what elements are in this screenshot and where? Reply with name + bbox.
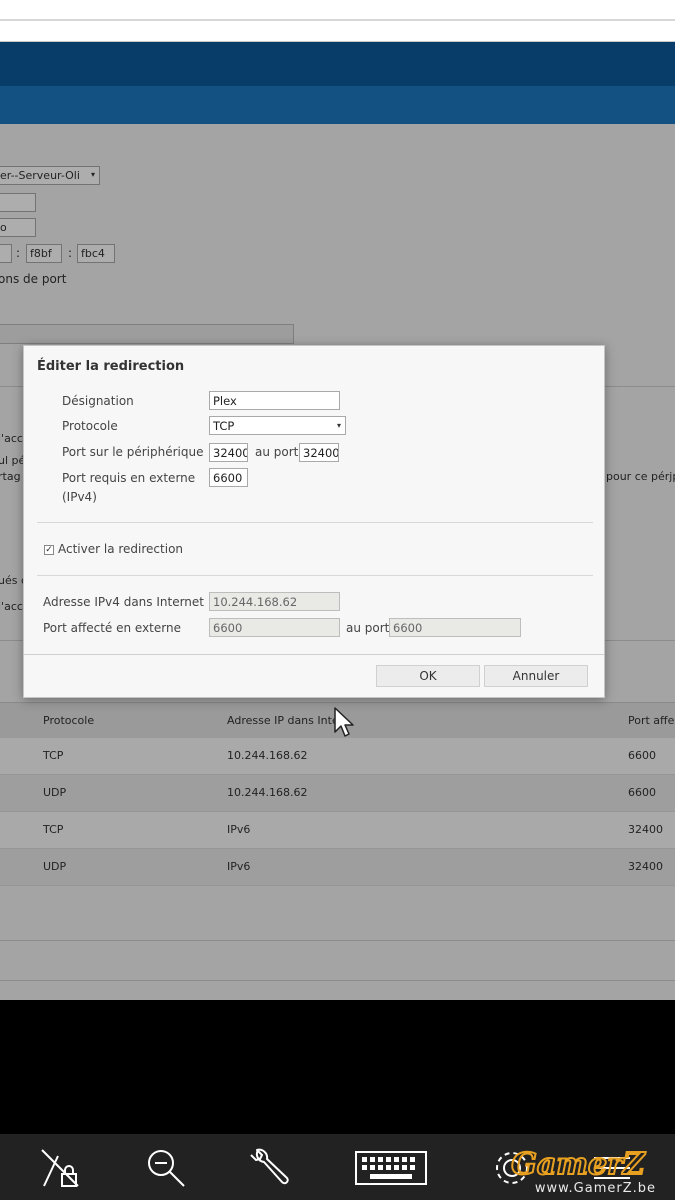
ok-button[interactable]: OK — [376, 665, 480, 687]
device-port-from-input[interactable]: 32400 — [209, 443, 248, 462]
wrench-icon[interactable] — [250, 1146, 294, 1190]
assigned-port-label: Port affecté en externe — [43, 621, 181, 635]
chevron-down-icon: ▾ — [336, 421, 341, 430]
assigned-port-to-field: 6600 — [389, 618, 521, 637]
network-lock-icon[interactable] — [38, 1146, 82, 1190]
zoom-out-icon[interactable] — [144, 1146, 188, 1190]
cancel-button[interactable]: Annuler — [484, 665, 588, 687]
svg-text:www.GamerZ.be: www.GamerZ.be — [535, 1181, 656, 1196]
edit-redirection-dialog: Éditer la redirection Désignation Plex P… — [23, 345, 605, 698]
dialog-title: Éditer la redirection — [37, 359, 185, 374]
gamerz-watermark: GamerZ www.GamerZ.be — [510, 1146, 656, 1196]
browser-top-bar — [0, 0, 675, 42]
protocol-label: Protocole — [62, 419, 118, 433]
ipv4-address-label: Adresse IPv4 dans Internet — [43, 595, 204, 609]
assigned-to-label: au port — [346, 621, 390, 635]
divider — [37, 575, 593, 576]
external-port-label-suffix: (IPv4) — [62, 490, 97, 504]
designation-input[interactable]: Plex — [209, 391, 340, 410]
external-port-label: Port requis en externe — [62, 471, 196, 485]
protocol-select[interactable]: TCP ▾ — [209, 416, 346, 435]
keyboard-icon[interactable] — [354, 1146, 428, 1190]
device-port-to-input[interactable]: 32400 — [299, 443, 339, 462]
svg-text:GamerZ: GamerZ — [511, 1147, 646, 1182]
designation-label: Désignation — [62, 394, 134, 408]
address-bar-line — [0, 19, 675, 21]
device-port-label: Port sur le périphérique — [62, 445, 204, 459]
assigned-port-from-field: 6600 — [209, 618, 340, 637]
divider — [37, 522, 593, 523]
enable-redirection-checkbox[interactable]: ✓ — [44, 545, 54, 555]
to-port-label: au port — [255, 445, 299, 459]
ipv4-address-field: 10.244.168.62 — [209, 592, 340, 611]
enable-redirection-label: Activer la redirection — [58, 542, 184, 556]
dialog-footer-divider — [24, 654, 604, 655]
external-port-input[interactable]: 6600 — [209, 468, 248, 487]
mouse-pointer-icon — [334, 707, 354, 737]
